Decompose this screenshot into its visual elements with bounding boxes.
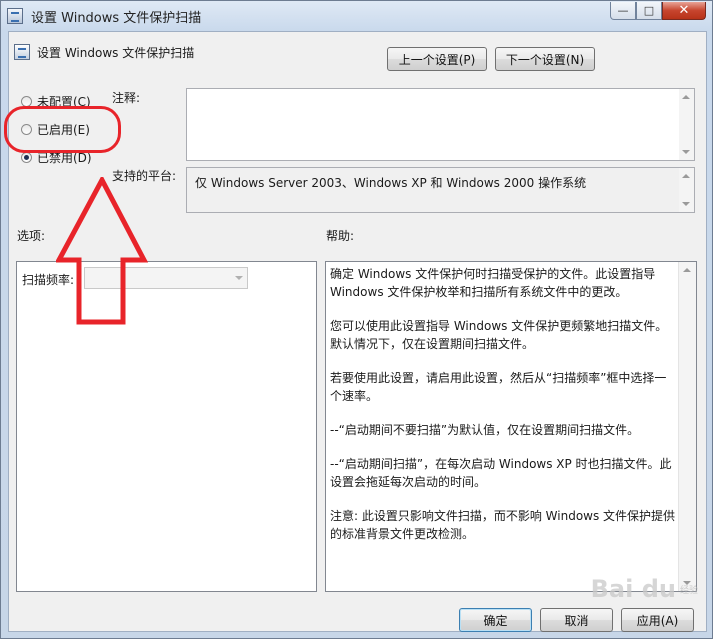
ok-button[interactable]: 确定 (459, 608, 532, 632)
minimize-button[interactable]: — (610, 2, 636, 20)
radio-circle-checked[interactable] (21, 152, 32, 163)
help-paragraph: --“启动期间不要扫描”为默认值，仅在设置期间扫描文件。 (330, 423, 640, 437)
next-setting-button[interactable]: 下一个设置(N) (495, 47, 595, 71)
maximize-button[interactable]: □ (636, 2, 662, 20)
help-paragraph: 注意: 此设置只影响文件扫描，而不影响 Windows 文件保护提供的标准背景文… (330, 509, 676, 541)
annotation-circle (4, 106, 121, 153)
window-title: 设置 Windows 文件保护扫描 (31, 11, 202, 26)
setting-title: 设置 Windows 文件保护扫描 (37, 46, 195, 60)
platform-value: 仅 Windows Server 2003、Windows XP 和 Windo… (195, 176, 587, 190)
baidu-watermark: Bai du 经验 (591, 575, 698, 603)
close-icon: ✕ (678, 3, 690, 18)
minimize-icon: — (617, 4, 629, 17)
comment-scrollbar[interactable] (679, 89, 694, 160)
chevron-down-icon (235, 276, 243, 280)
help-paragraph: 若要使用此设置，请启用此设置，然后从“扫描频率”框中选择一个速率。 (330, 371, 667, 403)
scroll-up-icon[interactable] (683, 268, 691, 272)
title-bar[interactable]: 设置 Windows 文件保护扫描 — □ ✕ (1, 1, 712, 31)
help-text: 确定 Windows 文件保护何时扫描受保护的文件。此设置指导 Windows … (330, 265, 676, 559)
scroll-up-icon[interactable] (682, 95, 690, 99)
comment-field[interactable] (186, 88, 695, 161)
help-paragraph: 您可以使用此设置指导 Windows 文件保护更频繁地扫描文件。默认情况下，仅在… (330, 319, 668, 351)
close-button[interactable]: ✕ (662, 2, 706, 20)
options-label: 选项: (17, 229, 46, 243)
scroll-up-icon[interactable] (682, 174, 690, 178)
apply-button[interactable]: 应用(A) (621, 608, 694, 632)
watermark-sub: 经验 (679, 585, 698, 596)
policy-icon (7, 8, 23, 24)
previous-setting-button[interactable]: 上一个设置(P) (387, 47, 487, 71)
scroll-down-icon[interactable] (682, 150, 690, 154)
help-label: 帮助: (326, 229, 355, 243)
cancel-button[interactable]: 取消 (540, 608, 613, 632)
annotation-arrow-icon (56, 177, 148, 325)
platform-scrollbar[interactable] (679, 168, 694, 212)
platform-field: 仅 Windows Server 2003、Windows XP 和 Windo… (186, 167, 695, 213)
watermark-brand: Bai du (590, 575, 676, 603)
help-paragraph: --“启动期间扫描”，在每次启动 Windows XP 时也扫描文件。此设置会拖… (330, 457, 672, 489)
help-pane: 确定 Windows 文件保护何时扫描受保护的文件。此设置指导 Windows … (325, 261, 697, 592)
help-scrollbar[interactable] (678, 262, 696, 591)
comment-label: 注释: (112, 91, 141, 105)
setting-icon (14, 44, 30, 60)
scroll-down-icon[interactable] (682, 202, 690, 206)
maximize-icon: □ (643, 4, 655, 17)
caption-buttons: — □ ✕ (610, 2, 706, 21)
dialog-window: 设置 Windows 文件保护扫描 — □ ✕ 设置 Windows 文件保护扫… (0, 0, 713, 639)
help-paragraph: 确定 Windows 文件保护何时扫描受保护的文件。此设置指导 Windows … (330, 267, 656, 299)
